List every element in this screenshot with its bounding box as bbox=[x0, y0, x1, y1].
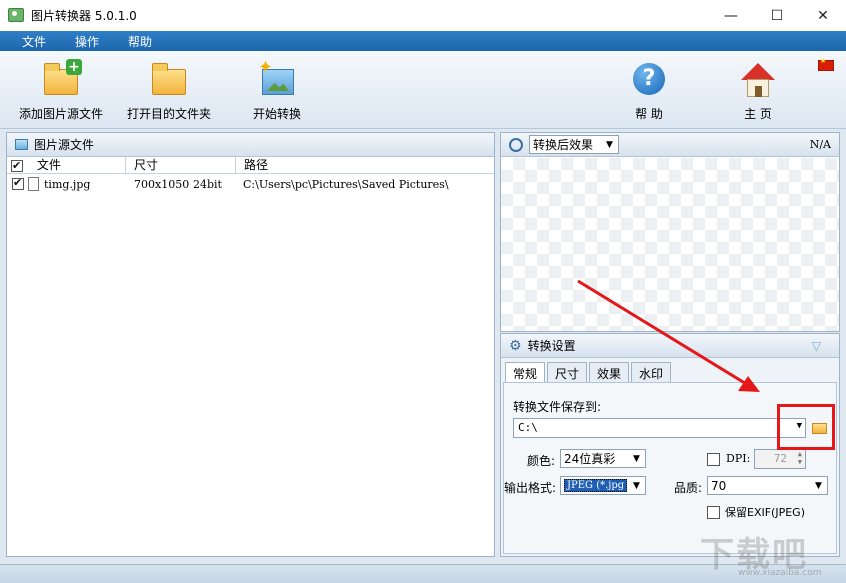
settings-tabs: 常规 尺寸 效果 水印 bbox=[505, 362, 673, 383]
column-header: 文件 尺寸 路径 bbox=[7, 157, 494, 174]
help-button[interactable]: ? 帮 助 bbox=[628, 63, 670, 122]
window-title: 图片转换器 5.0.1.0 bbox=[31, 9, 137, 23]
column-size[interactable]: 尺寸 bbox=[126, 157, 236, 174]
save-to-label: 转换文件保存到: bbox=[513, 400, 602, 414]
tab-watermark[interactable]: 水印 bbox=[631, 362, 672, 382]
add-folder-icon: + bbox=[42, 59, 82, 97]
menu-bar: 文件 操作 帮助 bbox=[0, 31, 846, 51]
collapse-icon[interactable]: ▽ bbox=[812, 339, 821, 353]
quality-select[interactable]: 70 ▼ bbox=[707, 476, 828, 495]
row-dimensions: 700x1050 bbox=[134, 178, 190, 191]
preview-panel-header: 转换后效果 ▼ N/A bbox=[501, 133, 839, 157]
annotation-highlight-box bbox=[777, 404, 835, 450]
maximize-button[interactable]: ☐ bbox=[754, 0, 800, 31]
row-bit-depth: 24bit bbox=[193, 178, 222, 191]
chevron-down-icon: ▼ bbox=[815, 480, 822, 491]
app-icon bbox=[8, 8, 24, 22]
folder-icon bbox=[150, 63, 188, 97]
save-path-combobox[interactable]: C:\ ▼ bbox=[513, 418, 806, 438]
select-all-checkbox[interactable] bbox=[11, 158, 23, 174]
menu-help[interactable]: 帮助 bbox=[128, 33, 152, 50]
dpi-label: DPI: bbox=[726, 452, 751, 465]
preview-status: N/A bbox=[809, 138, 831, 151]
magic-wand-icon: ✦ bbox=[258, 57, 296, 97]
toolbar: + 添加图片源文件 打开目的文件夹 ✦ 开始转换 ? 帮 助 主 页 bbox=[0, 51, 846, 129]
add-source-button[interactable]: + 添加图片源文件 bbox=[18, 59, 104, 122]
spinner-icon[interactable]: ▲ ▼ bbox=[798, 450, 802, 466]
color-label: 颜色: bbox=[527, 454, 556, 468]
preview-mode-select[interactable]: 转换后效果 ▼ bbox=[529, 135, 619, 154]
preview-panel: 转换后效果 ▼ N/A bbox=[500, 132, 840, 332]
table-row[interactable]: timg.jpg 700x1050 24bit C:\Users\pc\Pict… bbox=[7, 176, 494, 194]
color-select[interactable]: 24位真彩 ▼ bbox=[560, 449, 646, 468]
menu-file[interactable]: 文件 bbox=[22, 33, 46, 50]
watermark-url: www.xiazaiba.com bbox=[738, 568, 822, 578]
help-icon: ? bbox=[630, 63, 668, 97]
tab-general[interactable]: 常规 bbox=[505, 362, 546, 383]
file-icon bbox=[28, 177, 39, 191]
gear-icon: ⚙ bbox=[509, 337, 522, 354]
help-label: 帮 助 bbox=[635, 107, 663, 121]
format-select[interactable]: JPEG (*.jpg ▼ bbox=[560, 476, 646, 495]
preview-canvas bbox=[501, 158, 839, 331]
chevron-down-icon: ▼ bbox=[633, 480, 640, 491]
exif-label: 保留EXIF(JPEG) bbox=[725, 506, 805, 519]
start-convert-button[interactable]: ✦ 开始转换 bbox=[250, 57, 304, 122]
image-icon bbox=[15, 139, 28, 150]
close-button[interactable]: ✕ bbox=[800, 0, 846, 31]
open-target-button[interactable]: 打开目的文件夹 bbox=[126, 63, 212, 122]
add-source-label: 添加图片源文件 bbox=[18, 107, 103, 121]
format-label: 输出格式: bbox=[504, 481, 557, 495]
dpi-input[interactable]: 72 ▲ ▼ bbox=[754, 449, 806, 469]
open-target-label: 打开目的文件夹 bbox=[126, 107, 211, 121]
dpi-checkbox[interactable] bbox=[707, 453, 720, 466]
minimize-button[interactable]: — bbox=[708, 0, 754, 31]
home-button[interactable]: 主 页 bbox=[737, 63, 779, 122]
row-checkbox[interactable] bbox=[12, 176, 24, 190]
column-file[interactable]: 文件 bbox=[7, 157, 126, 174]
menu-operation[interactable]: 操作 bbox=[75, 33, 99, 50]
source-panel-header: 图片源文件 bbox=[7, 133, 494, 157]
language-flag-icon[interactable] bbox=[818, 57, 834, 71]
start-convert-label: 开始转换 bbox=[252, 107, 301, 121]
settings-title: 转换设置 bbox=[527, 339, 576, 353]
home-label: 主 页 bbox=[744, 107, 772, 121]
chevron-down-icon: ▼ bbox=[606, 139, 613, 150]
row-path: C:\Users\pc\Pictures\Saved Pictures\ bbox=[243, 178, 449, 191]
source-panel-title: 图片源文件 bbox=[34, 138, 95, 152]
magnifier-icon bbox=[509, 137, 523, 152]
home-icon bbox=[739, 63, 777, 97]
title-bar: 图片转换器 5.0.1.0 — ☐ ✕ bbox=[0, 0, 846, 31]
tab-size[interactable]: 尺寸 bbox=[547, 362, 588, 382]
exif-checkbox[interactable] bbox=[707, 506, 720, 519]
source-panel: 图片源文件 文件 尺寸 路径 timg.jpg 700x1050 24bit C… bbox=[6, 132, 495, 557]
chevron-down-icon: ▼ bbox=[633, 453, 640, 464]
tab-effect[interactable]: 效果 bbox=[589, 362, 630, 382]
column-path[interactable]: 路径 bbox=[236, 157, 493, 174]
row-file-name: timg.jpg bbox=[44, 178, 91, 191]
settings-panel-header: ⚙ 转换设置 ▽ bbox=[501, 334, 839, 358]
quality-label: 品质: bbox=[674, 481, 703, 495]
